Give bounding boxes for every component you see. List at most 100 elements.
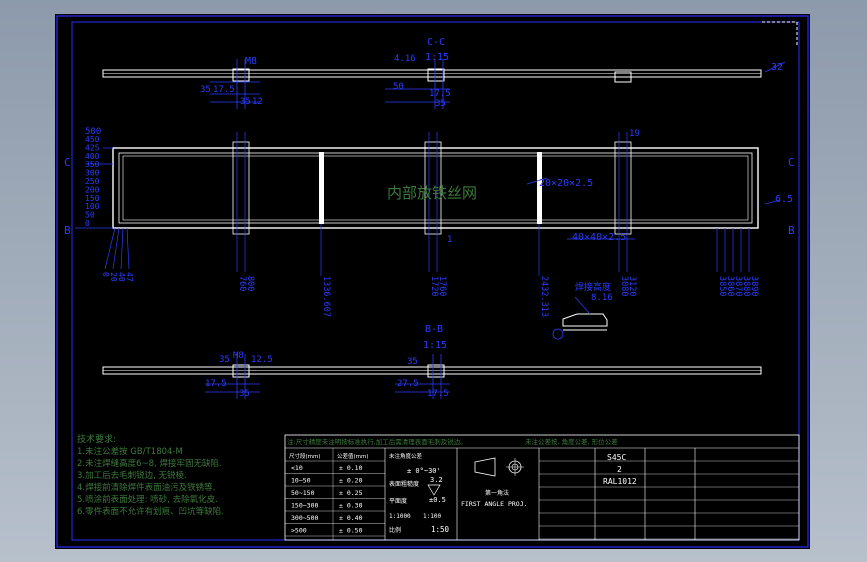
sheet-number-b: 1:100 xyxy=(423,513,441,520)
dim-right-a: 19 xyxy=(629,129,640,139)
dim-right-c: 1 xyxy=(447,235,452,245)
frame-post-1 xyxy=(319,152,324,224)
bottom-dim-label: 1760 xyxy=(437,276,447,296)
scale-value: 1:50 xyxy=(431,525,450,534)
weld-detail: 焊接高度 8.16 xyxy=(552,281,613,340)
tube-spec-b: 40×40×2.5 xyxy=(572,232,626,243)
title-block: 注:尺寸精度未注明按标准执行,加工后需清理表面毛刺及锐边。 未注公差按, 角度公… xyxy=(284,434,800,541)
bottom-dims: 760800 1336.607 17201760 2432.313 30803120 38… xyxy=(237,276,759,317)
tube-spec-a: 20×20×2.5 xyxy=(539,178,593,189)
scale-label: 比例 xyxy=(389,526,401,534)
top-dim-left-b: 17.5 xyxy=(213,85,235,95)
top-scale: 1:15 xyxy=(425,52,449,63)
tolerance-value: ± 0.10 xyxy=(339,464,363,472)
bottom-dim-m8: M8 xyxy=(233,351,244,361)
bottom-dim-c: 17.5 xyxy=(205,379,227,389)
cad-viewport: M8 35 17.5 35 12 C-C 1:15 4.16 50 17.5 3… xyxy=(0,0,867,562)
sheet-number-a: 1:1000 xyxy=(389,513,411,520)
tol-header-a: 尺寸段(mm) xyxy=(289,452,321,460)
finish: RAL1012 xyxy=(603,477,637,486)
left-bottom-dim-label: 20 xyxy=(109,272,118,282)
bottom-dim-f: 17.5 xyxy=(427,389,449,399)
fill-note: 内部放铁丝网 xyxy=(387,184,477,202)
cut-b-right: B xyxy=(788,224,795,237)
angle-value: ± 0°~30' xyxy=(407,467,441,475)
note-line: 5.喷涂前表面处理: 喷砂, 去除氧化皮. xyxy=(77,494,218,505)
top-dim-mid-d: 35 xyxy=(435,99,446,109)
top-dim-mid-a: 4.16 xyxy=(394,54,416,64)
bottom-section-label: B-B xyxy=(425,324,443,335)
tolerance-table: <10 ± 0.10 10~50 ± 0.20 50~150 ± 0.25 150~300 ±… xyxy=(291,464,363,535)
bottom-dim-label: 800 xyxy=(245,276,255,291)
tolerance-value: ± 0.30 xyxy=(339,502,363,510)
top-dim-left-d: 12 xyxy=(252,97,263,107)
left-bottom-dims: 0 20 40 47 xyxy=(101,272,134,282)
projection-cone-icon xyxy=(474,457,496,477)
tolerance-value: ± 0.25 xyxy=(339,489,363,497)
projection-cn: 第一角法 xyxy=(485,489,509,497)
top-dim-left-a: 35 xyxy=(200,85,211,95)
drawing-sheet: M8 35 17.5 35 12 C-C 1:15 4.16 50 17.5 3… xyxy=(55,14,810,549)
tolerance-range: 10~50 xyxy=(291,477,311,485)
notes-title: 技术要求: xyxy=(77,433,116,445)
projection-label: FIRST ANGLE PROJ. xyxy=(461,500,528,508)
bottom-dim-b: 12.5 xyxy=(251,355,273,365)
top-dim-mid-c: 17.5 xyxy=(429,89,451,99)
bottom-dim-g: 35 xyxy=(407,357,418,367)
tolerance-range: <10 xyxy=(291,464,303,472)
top-view: M8 35 17.5 35 12 C-C 1:15 4.16 50 17.5 3… xyxy=(102,37,786,109)
roughness-label: 表面粗糙度 xyxy=(389,480,419,488)
cut-b-left: B xyxy=(64,224,71,237)
weld-note: 焊接高度 xyxy=(575,281,611,293)
note-line: 1.未注公差按 GB/T1804-M xyxy=(77,446,183,457)
flatness-value: ±0.5 xyxy=(429,496,446,504)
quantity: 2 xyxy=(617,465,622,474)
tolerance-value: ± 0.20 xyxy=(339,477,363,485)
dim-right-b: 6.5 xyxy=(775,194,793,205)
tol-header-b: 公差值(mm) xyxy=(337,452,369,460)
tolerance-range: 300~500 xyxy=(291,514,318,522)
bottom-dim-a: 35 xyxy=(219,355,230,365)
flatness-label: 平面度 xyxy=(389,497,407,505)
tolerance-range: 150~300 xyxy=(291,502,318,510)
top-dim-mid-b: 50 xyxy=(393,82,404,92)
tb-header-note: 注:尺寸精度未注明按标准执行,加工后需清理表面毛刺及锐边。 xyxy=(287,437,467,446)
top-section-label: C-C xyxy=(427,37,445,48)
technical-notes: 技术要求: 1.未注公差按 GB/T1804-M2.未注焊缝高度6~8, 焊接牢… xyxy=(77,433,224,517)
tolerance-range: 50~150 xyxy=(291,489,315,497)
left-stack-dim: 0 xyxy=(85,219,90,228)
bottom-dim-label: 1336.607 xyxy=(321,276,331,317)
roughness-value: 3.2 xyxy=(430,476,443,484)
material: S45C xyxy=(607,453,626,462)
note-line: 4.焊接前清除焊件表面油污及铁锈等. xyxy=(77,482,215,493)
bottom-dim-d: 35 xyxy=(239,389,250,399)
drawing-canvas: M8 35 17.5 35 12 C-C 1:15 4.16 50 17.5 3… xyxy=(56,15,809,548)
bottom-scale: 1:15 xyxy=(423,340,447,351)
top-view-tab-left xyxy=(232,68,250,82)
left-bottom-dim-label: 40 xyxy=(117,272,126,282)
bottom-dim-label: 3890 xyxy=(749,276,759,296)
angle-label: 未注角度公差 xyxy=(389,452,423,460)
left-dim-stack: 450425400350300250200150100500 xyxy=(85,135,100,228)
corner-mark xyxy=(762,21,798,46)
note-line: 2.未注焊缝高度6~8, 焊接牢固无缺陷. xyxy=(77,458,222,469)
tb-header-right: 未注公差按, 角度公差, 形位公差 xyxy=(525,437,618,446)
weld-value: 8.16 xyxy=(591,293,613,303)
cut-c-left: C xyxy=(64,156,71,169)
bottom-view: B-B 1:15 M8 35 12.5 17.5 35 27.5 17.5 35 xyxy=(102,324,762,399)
front-view: 内部放铁丝网 20×20×2.5 40×40×2.5 500 450425400… xyxy=(64,127,795,340)
cut-c-right: C xyxy=(788,156,795,169)
tolerance-value: ± 0.50 xyxy=(339,527,363,535)
left-bottom-dim-label: 0 xyxy=(101,272,110,277)
left-bottom-dim-label: 47 xyxy=(125,272,134,282)
tolerance-value: ± 0.40 xyxy=(339,514,363,522)
top-dim-m8: M8 xyxy=(245,56,257,67)
bottom-dim-label: 2432.313 xyxy=(539,276,549,317)
top-dim-right: 32 xyxy=(771,62,783,73)
bottom-dim-e: 27.5 xyxy=(397,379,419,389)
top-view-tab-mid xyxy=(427,68,445,82)
roughness-icon xyxy=(427,484,441,496)
top-dim-left-c: 35 xyxy=(240,97,251,107)
tolerance-range: >500 xyxy=(291,527,307,535)
note-line: 3.加工后去毛刺锐边, 无锐棱. xyxy=(77,470,187,481)
